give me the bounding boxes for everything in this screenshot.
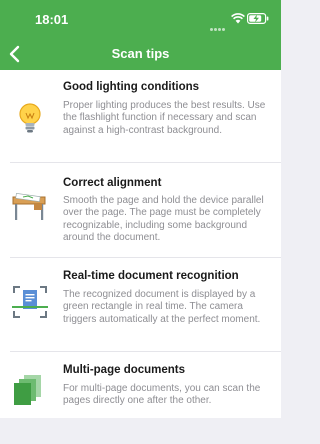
list-item: Good lighting conditions Proper lighting… xyxy=(0,70,281,163)
multi-page-icon xyxy=(14,375,41,405)
list-item: Correct alignment Smooth the page and ho… xyxy=(0,163,281,257)
scan-frame-icon xyxy=(12,286,48,318)
tip-title: Real-time document recognition xyxy=(63,270,239,282)
status-time: 18:01 xyxy=(35,12,69,27)
tip-description: Proper lighting produces the best result… xyxy=(63,100,266,136)
tip-title: Good lighting conditions xyxy=(63,81,200,93)
tip-description: The recognized document is displayed by … xyxy=(63,289,261,325)
battery-charging-icon xyxy=(247,13,269,24)
tip-title: Correct alignment xyxy=(63,177,162,189)
tip-description: Smooth the page and hold the device para… xyxy=(63,195,264,243)
tip-description: For multi-page documents, you can scan t… xyxy=(63,383,261,407)
lightbulb-icon xyxy=(19,103,41,133)
status-bar: 18:01 xyxy=(0,0,281,40)
signal-dots-icon xyxy=(210,18,226,36)
list-item: Real-time document recognition The recog… xyxy=(0,258,281,351)
tip-title: Multi-page documents xyxy=(63,364,186,376)
app-header: 18:01 Scan tips xyxy=(0,0,281,70)
desk-document-icon xyxy=(12,193,46,220)
list-item: Multi-page documents For multi-page docu… xyxy=(0,352,281,418)
page-title: Scan tips xyxy=(111,46,170,61)
tips-list: Good lighting conditions Proper lighting… xyxy=(0,70,281,418)
wifi-icon xyxy=(231,13,245,24)
nav-bar: Scan tips xyxy=(0,38,281,70)
